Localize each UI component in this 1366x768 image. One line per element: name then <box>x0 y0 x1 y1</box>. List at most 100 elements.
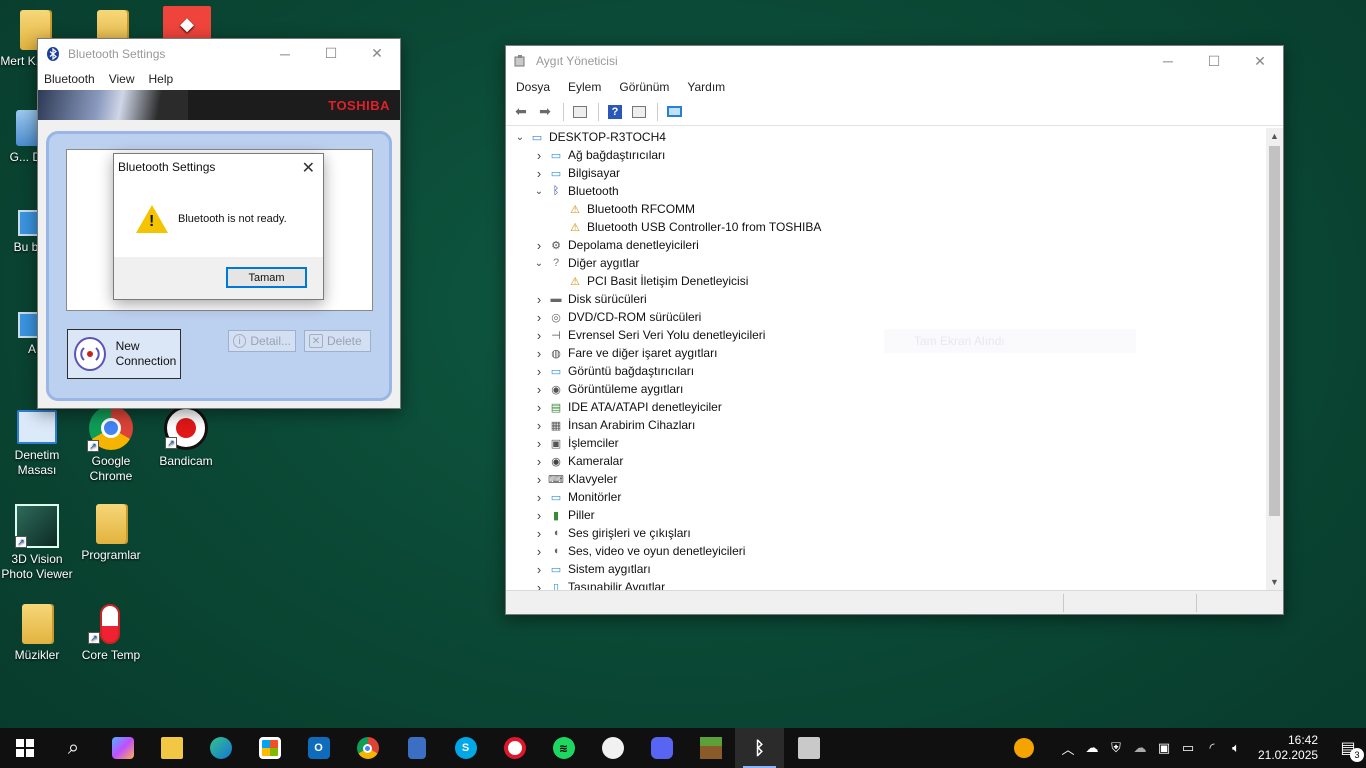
tree-row[interactable]: › ▭ Bilgisayar <box>507 164 1267 182</box>
taskbar-copilot[interactable] <box>98 728 147 768</box>
taskbar-file-explorer[interactable] <box>147 728 196 768</box>
chevron-up-icon[interactable]: ︿ <box>1056 739 1080 758</box>
status-dot-icon[interactable] <box>1014 738 1034 758</box>
vertical-scrollbar[interactable]: ▲ ▼ <box>1266 128 1283 590</box>
taskbar-minecraft[interactable] <box>686 728 735 768</box>
desktop-icon-3d-vision[interactable]: ↗ 3D Vision Photo Viewer <box>0 504 74 582</box>
chevron-right-icon[interactable]: › <box>532 526 546 541</box>
tree-row[interactable]: › ⌨ Klavyeler <box>507 470 1267 488</box>
forward-icon[interactable]: ➡ <box>534 102 556 122</box>
chevron-right-icon[interactable]: › <box>532 472 546 487</box>
notification-center-icon[interactable]: ▤ 3 <box>1330 738 1366 762</box>
tree-row[interactable]: › ▮ Piller <box>507 506 1267 524</box>
chevron-down-icon[interactable]: ⌄ <box>532 186 546 197</box>
tree-row[interactable]: › ▬ Disk sürücüleri <box>507 290 1267 308</box>
scroll-up-icon[interactable]: ▲ <box>1266 128 1283 144</box>
minimize-button[interactable]: ─ <box>1145 46 1191 76</box>
scroll-thumb[interactable] <box>1269 146 1280 516</box>
onedrive-icon[interactable]: ☁ <box>1080 740 1104 756</box>
meet-now-icon[interactable]: ▣ <box>1152 740 1176 756</box>
taskbar-edge[interactable] <box>196 728 245 768</box>
tree-row[interactable]: › ◎ DVD/CD-ROM sürücüleri <box>507 308 1267 326</box>
chevron-down-icon[interactable]: ⌄ <box>532 258 546 269</box>
close-button[interactable]: ✕ <box>1237 46 1283 76</box>
maximize-button[interactable]: ☐ <box>1191 46 1237 76</box>
battery-icon[interactable]: ▭ <box>1176 740 1200 756</box>
minimize-button[interactable]: ─ <box>262 39 308 69</box>
device-tree[interactable]: ⌄ ▭ DESKTOP-R3TOCH4 › ▭ Ağ bağdaştırıcıları › ▭… <box>507 128 1267 590</box>
tree-row[interactable]: ⌄ ▭ DESKTOP-R3TOCH4 <box>507 128 1267 146</box>
chevron-right-icon[interactable]: › <box>532 490 546 505</box>
cloud-icon[interactable]: ☁ <box>1128 740 1152 756</box>
menu-gorunum[interactable]: Görünüm <box>609 80 677 94</box>
tree-row[interactable]: ⌄ ᛒ Bluetooth <box>507 182 1267 200</box>
wifi-icon[interactable]: ◜ <box>1200 740 1224 756</box>
desktop-icon-chrome[interactable]: ↗ Google Chrome <box>74 406 148 484</box>
start-button[interactable] <box>0 728 49 768</box>
security-icon[interactable]: ⛨ <box>1104 740 1128 756</box>
new-connection-button[interactable]: New Connection <box>67 329 181 379</box>
properties-icon[interactable] <box>569 102 591 122</box>
help-icon[interactable]: ? <box>604 102 626 122</box>
tree-row[interactable]: › ▯ Taşınabilir Aygıtlar <box>507 578 1267 591</box>
chevron-right-icon[interactable]: › <box>532 310 546 325</box>
volume-icon[interactable]: 🔈︎ <box>1224 740 1248 756</box>
tree-row[interactable]: ⚠ Bluetooth RFCOMM <box>507 200 1267 218</box>
scroll-down-icon[interactable]: ▼ <box>1266 574 1283 590</box>
view-icon[interactable] <box>628 102 650 122</box>
taskbar-paint[interactable] <box>588 728 637 768</box>
ok-button[interactable]: Tamam <box>226 267 307 288</box>
tree-row[interactable]: ⚠ PCI Basit İletişim Denetleyicisi <box>507 272 1267 290</box>
taskbar-spotify[interactable]: ≋ <box>539 728 588 768</box>
tree-row[interactable]: › ⚙ Depolama denetleyicileri <box>507 236 1267 254</box>
chevron-right-icon[interactable]: › <box>532 508 546 523</box>
menu-help[interactable]: Help <box>141 72 180 86</box>
chevron-right-icon[interactable]: › <box>532 238 546 253</box>
tree-row[interactable]: › ▭ Monitörler <box>507 488 1267 506</box>
taskbar-bluetooth[interactable]: ᛒ <box>735 728 784 768</box>
taskbar-device-manager[interactable] <box>784 728 833 768</box>
tree-row[interactable]: › ▭ Görüntü bağdaştırıcıları <box>507 362 1267 380</box>
taskbar-discord[interactable] <box>637 728 686 768</box>
chevron-right-icon[interactable]: › <box>532 544 546 559</box>
chevron-right-icon[interactable]: › <box>532 292 546 307</box>
dialog-close-icon[interactable]: ✕ <box>302 158 315 178</box>
menu-yardim[interactable]: Yardım <box>677 80 733 94</box>
tree-row[interactable]: › ▭ Sistem aygıtları <box>507 560 1267 578</box>
chevron-right-icon[interactable]: › <box>532 436 546 451</box>
tree-row[interactable]: › ▤ IDE ATA/ATAPI denetleyiciler <box>507 398 1267 416</box>
chevron-right-icon[interactable]: › <box>532 166 546 181</box>
search-button[interactable]: ⌕ <box>49 728 98 768</box>
maximize-button[interactable]: ☐ <box>308 39 354 69</box>
tree-row[interactable]: › ▭ Ağ bağdaştırıcıları <box>507 146 1267 164</box>
taskbar-opera[interactable] <box>490 728 539 768</box>
chevron-right-icon[interactable]: › <box>532 364 546 379</box>
tree-row[interactable]: › ▣ İşlemciler <box>507 434 1267 452</box>
clock[interactable]: 16:42 21.02.2025 <box>1258 733 1318 763</box>
taskbar-calculator[interactable] <box>392 728 441 768</box>
taskbar-skype[interactable]: S <box>441 728 490 768</box>
menu-view[interactable]: View <box>101 72 141 86</box>
close-button[interactable]: ✕ <box>354 39 400 69</box>
back-icon[interactable]: ⬅ <box>510 102 532 122</box>
menu-dosya[interactable]: Dosya <box>506 80 558 94</box>
tree-row[interactable]: ⌄? Diğer aygıtlar <box>507 254 1267 272</box>
taskbar-chrome[interactable] <box>343 728 392 768</box>
chevron-right-icon[interactable]: › <box>532 580 546 591</box>
tree-row[interactable]: › ◉ Görüntüleme aygıtları <box>507 380 1267 398</box>
menu-eylem[interactable]: Eylem <box>558 80 609 94</box>
desktop-icon-bandicam[interactable]: ↗ Bandicam <box>149 406 223 469</box>
tree-row[interactable]: › ◖ Ses, video ve oyun denetleyicileri <box>507 542 1267 560</box>
scan-hardware-icon[interactable] <box>663 102 685 122</box>
chevron-right-icon[interactable]: › <box>532 400 546 415</box>
taskbar-outlook[interactable]: O <box>294 728 343 768</box>
chevron-right-icon[interactable]: › <box>532 328 546 343</box>
tree-row[interactable]: ⚠ Bluetooth USB Controller-10 from TOSHIB… <box>507 218 1267 236</box>
delete-button[interactable]: ✕ Delete <box>304 330 371 352</box>
chevron-right-icon[interactable]: › <box>532 382 546 397</box>
tree-row[interactable]: › ▦ İnsan Arabirim Cihazları <box>507 416 1267 434</box>
chevron-right-icon[interactable]: › <box>532 148 546 163</box>
chevron-right-icon[interactable]: › <box>532 346 546 361</box>
details-button[interactable]: i Detail... <box>228 330 296 352</box>
tree-row[interactable]: › ◖ Ses girişleri ve çıkışları <box>507 524 1267 542</box>
